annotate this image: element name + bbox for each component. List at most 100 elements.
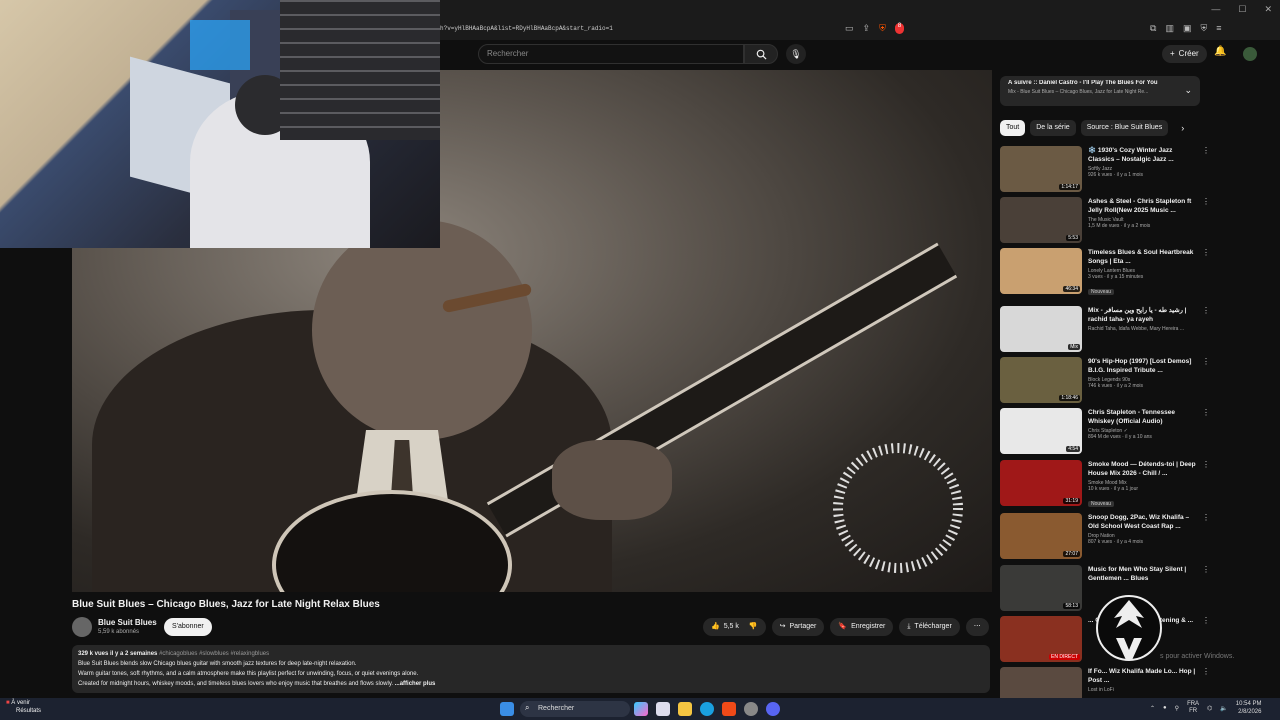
recommendation-item[interactable]: 46:34 Timeless Blues & Soul Heartbreak So… (1000, 248, 1210, 296)
vpn-icon[interactable]: ⛨ (1200, 23, 1207, 34)
rewards-badge[interactable]: 8 (894, 23, 905, 34)
show-more-link[interactable]: ...afficher plus (395, 681, 436, 687)
discord-icon[interactable] (766, 702, 780, 716)
recommendation-title[interactable]: Chris Stapleton - Tennessee Whiskey (Off… (1088, 408, 1196, 426)
recommendation-thumbnail[interactable]: 27:07 (1000, 513, 1082, 559)
create-button[interactable]: + Créer (1162, 45, 1207, 63)
chevron-down-icon[interactable]: ⌄ (1184, 85, 1192, 96)
more-vertical-icon[interactable]: ⋮ (1202, 146, 1210, 194)
recommendation-meta: 894 M de vues · il y a 10 ans (1088, 434, 1152, 440)
brave-icon[interactable] (722, 702, 736, 716)
recommendation-item[interactable]: 31:19 Smoke Mood — Détends-toi | Deep Hou… (1000, 460, 1210, 508)
chrome-icon[interactable] (744, 702, 758, 716)
channel-name[interactable]: Blue Suit Blues (98, 618, 157, 627)
recommendation-thumbnail[interactable]: 5:53 (1000, 197, 1082, 243)
save-button[interactable]: 🔖 Enregistrer (830, 618, 894, 636)
up-next-title: À suivre :: Daniel Castro - I'll Play Th… (1008, 80, 1158, 86)
recommendation-title[interactable]: Mix - رشيد طه - يا رايح وين مسافر | rach… (1088, 306, 1196, 324)
recommendation-title[interactable]: Smoke Mood — Détends-toi | Deep House Mi… (1088, 460, 1196, 478)
taskbar-search[interactable]: Rechercher (520, 701, 630, 717)
recommendation-title[interactable]: Ashes & Steel - Chris Stapleton ft Jelly… (1088, 197, 1196, 215)
dislike-icon[interactable]: 👎 (749, 618, 758, 636)
recommendation-item[interactable]: 1:14:17 ❄️ 1930's Cozy Winter Jazz Classi… (1000, 146, 1210, 194)
subscribe-button[interactable]: S'abonner (164, 618, 212, 636)
tray-chevron-icon[interactable]: ⌃ (1150, 705, 1155, 712)
more-vertical-icon[interactable]: ⋮ (1202, 248, 1210, 296)
recommendation-channel[interactable]: Lost in LoFi (1088, 687, 1196, 693)
share-icon[interactable]: ⇪ (863, 23, 871, 34)
more-vertical-icon[interactable]: ⋮ (1202, 565, 1210, 613)
recommendation-item[interactable]: 27:07 Snoop Dogg, 2Pac, Wiz Khalifa – Old… (1000, 513, 1210, 561)
wallet-icon[interactable]: ▣ (1183, 23, 1192, 34)
taskbar-widget[interactable]: ■ À venir Résultats (6, 699, 41, 715)
menu-icon[interactable]: ≡ (1216, 23, 1221, 34)
more-vertical-icon[interactable]: ⋮ (1202, 408, 1210, 456)
minimize-icon[interactable]: — (1211, 4, 1220, 15)
task-view-icon[interactable] (656, 702, 670, 716)
recommendation-title[interactable]: ❄️ 1930's Cozy Winter Jazz Classics – No… (1088, 146, 1196, 164)
search-input[interactable]: Rechercher (478, 44, 744, 64)
more-vertical-icon[interactable]: ⋮ (1202, 513, 1210, 561)
edge-icon[interactable] (700, 702, 714, 716)
thumbs-up-icon: 👍 (711, 623, 720, 630)
recommendation-thumbnail[interactable]: 46:34 (1000, 248, 1082, 294)
recommendation-thumbnail[interactable]: EN DIRECT (1000, 616, 1082, 662)
taskbar-search-icon: ⌕ (525, 703, 530, 712)
cast-icon[interactable]: ▭ (845, 23, 854, 34)
recommendation-title[interactable]: Timeless Blues & Soul Heartbreak Songs |… (1088, 248, 1196, 266)
recommendation-item[interactable]: 4:54 Chris Stapleton - Tennessee Whiskey … (1000, 408, 1210, 456)
network-icon[interactable]: ⌬ (1207, 705, 1212, 712)
sidebar-icon[interactable]: ▥ (1165, 23, 1174, 34)
more-vertical-icon[interactable]: ⋮ (1202, 460, 1210, 508)
chip-source[interactable]: Source : Blue Suit Blues (1080, 120, 1169, 136)
duration-badge: 1:18:46 (1059, 395, 1080, 401)
recommendation-thumbnail[interactable]: 1:18:46 (1000, 357, 1082, 403)
description-box[interactable]: 329 k vues il y a 2 semaines #chicagoblu… (72, 645, 990, 693)
chevron-right-icon[interactable]: › (1181, 120, 1184, 136)
taskbar-clock[interactable]: 10:54 PM 2/8/2026 (1236, 700, 1262, 716)
more-vertical-icon[interactable]: ⋮ (1202, 197, 1210, 245)
recommendation-thumbnail[interactable]: 58:13 (1000, 565, 1082, 611)
recommendation-item[interactable]: 1:18:46 90's Hip-Hop (1997) [Lost Demos] … (1000, 357, 1210, 405)
volume-icon[interactable]: 🔈 (1220, 705, 1227, 712)
maximize-icon[interactable]: ☐ (1238, 4, 1246, 15)
recommendation-item[interactable]: Mix Mix - رشيد طه - يا رايح وين مسافر | r… (1000, 306, 1210, 354)
share-button[interactable]: ↪ Partager (771, 618, 825, 636)
file-explorer-icon[interactable] (678, 702, 692, 716)
chip-all[interactable]: Tout (1000, 120, 1026, 136)
notifications-bell-icon[interactable]: 🔔 (1214, 46, 1226, 57)
recommendation-thumbnail[interactable]: Mix (1000, 306, 1082, 352)
close-icon[interactable]: ✕ (1264, 4, 1272, 15)
description-line-3: Created for midnight hours, whiskey mood… (78, 681, 394, 687)
chip-series[interactable]: De la série (1030, 120, 1076, 136)
recommendation-title[interactable]: Music for Men Who Stay Silent | Gentleme… (1088, 565, 1196, 583)
copilot-icon[interactable] (634, 702, 648, 716)
tray-usb-icon[interactable]: ⚲ (1175, 705, 1179, 712)
recommendation-item[interactable]: 5:53 Ashes & Steel - Chris Stapleton ft J… (1000, 197, 1210, 245)
search-button[interactable] (744, 44, 778, 64)
recommendation-thumbnail[interactable]: 4:54 (1000, 408, 1082, 454)
voice-search-button[interactable]: 🎙 (786, 44, 806, 64)
like-button[interactable]: 👍 5,5 k 👎 (703, 618, 766, 636)
extensions-icon[interactable]: ⧉ (1150, 23, 1156, 34)
tray-app-icon[interactable]: ● (1163, 705, 1167, 711)
recommendation-meta: 10 k vues · il y a 1 jour (1088, 486, 1139, 492)
window-controls[interactable]: — ☐ ✕ (1211, 4, 1272, 15)
recommendation-thumbnail[interactable]: 1:14:17 (1000, 146, 1082, 192)
more-vertical-icon[interactable]: ⋮ (1202, 357, 1210, 405)
address-bar[interactable]: h?v=yHlBHAaBcpA&list=RDyHlBHAaBcpA&start… (440, 22, 910, 36)
up-next-panel[interactable]: À suivre :: Daniel Castro - I'll Play Th… (1000, 76, 1200, 106)
recommendation-title[interactable]: 90's Hip-Hop (1997) [Lost Demos] B.I.G. … (1088, 357, 1196, 375)
language-indicator[interactable]: FRA FR (1187, 701, 1199, 715)
account-avatar[interactable] (1243, 47, 1257, 61)
start-button[interactable] (500, 702, 514, 716)
more-actions-button[interactable]: ⋯ (965, 618, 989, 636)
channel-avatar[interactable] (72, 617, 92, 637)
hashtags[interactable]: #chicagoblues #slowblues #relaxingblues (159, 651, 269, 657)
recommendation-channel[interactable]: Rachid Taha, Idafa Webbe, Mary Hereira .… (1088, 326, 1196, 332)
download-button[interactable]: ⤓ Télécharger (899, 618, 960, 636)
recommendation-title[interactable]: Snoop Dogg, 2Pac, Wiz Khalifa – Old Scho… (1088, 513, 1196, 531)
recommendation-thumbnail[interactable]: 31:19 (1000, 460, 1082, 506)
brave-shield-icon[interactable]: ⛨ (879, 23, 886, 34)
more-vertical-icon[interactable]: ⋮ (1202, 306, 1210, 354)
